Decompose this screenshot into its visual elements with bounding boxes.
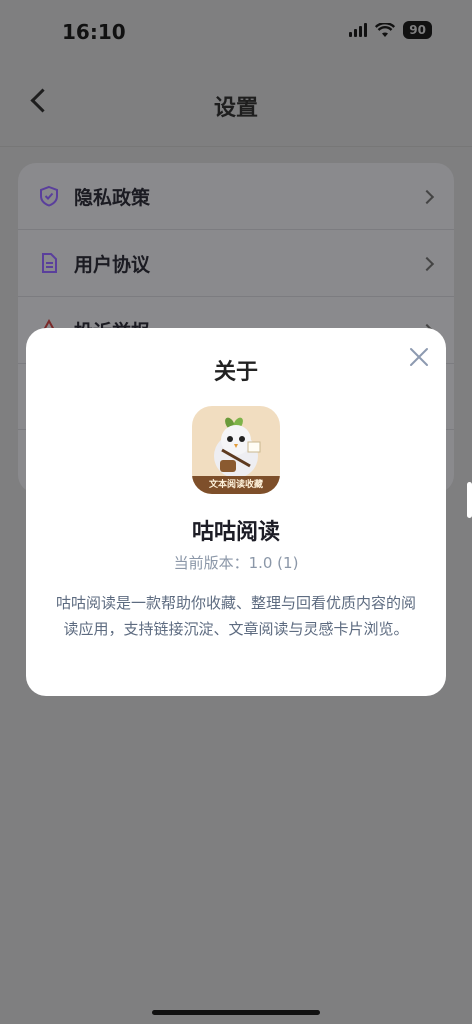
app-version: 当前版本：1.0 (1) bbox=[173, 554, 299, 572]
about-modal: 关于 文本阅读收藏 咕咕阅读 当前版本：1.0 (1) 咕咕阅读是一款帮助你收藏… bbox=[26, 328, 446, 696]
settings-item-terms[interactable]: 用户协议 bbox=[18, 230, 454, 296]
wifi-icon bbox=[375, 22, 396, 37]
settings-item-privacy[interactable]: 隐私政策 bbox=[18, 163, 454, 229]
chevron-right-icon bbox=[419, 256, 435, 272]
settings-item-label: 用户协议 bbox=[74, 254, 151, 276]
app-logo: 文本阅读收藏 bbox=[192, 406, 280, 494]
nav-divider bbox=[0, 146, 472, 147]
status-icons: 90 bbox=[349, 21, 432, 39]
page-title: 设置 bbox=[213, 96, 258, 121]
settings-item-label: 隐私政策 bbox=[74, 187, 151, 209]
document-icon bbox=[42, 253, 57, 273]
signal-icon bbox=[349, 23, 368, 37]
nav-bar: 设置 bbox=[0, 62, 472, 146]
battery-indicator: 90 bbox=[403, 21, 432, 39]
app-description: 咕咕阅读是一款帮助你收藏、整理与回看优质内容的阅读应用，支持链接沉淀、文章阅读与… bbox=[56, 594, 417, 638]
status-time: 16:10 bbox=[62, 20, 126, 44]
home-indicator[interactable] bbox=[152, 1010, 320, 1015]
shield-check-icon bbox=[40, 185, 58, 207]
app-name: 咕咕阅读 bbox=[191, 520, 280, 545]
modal-title: 关于 bbox=[213, 360, 258, 385]
app-icon-caption: 文本阅读收藏 bbox=[192, 476, 280, 494]
chevron-right-icon bbox=[419, 189, 435, 205]
status-bar: 16:10 90 bbox=[0, 0, 472, 62]
close-icon[interactable] bbox=[408, 346, 430, 368]
scrollbar[interactable] bbox=[467, 482, 472, 518]
